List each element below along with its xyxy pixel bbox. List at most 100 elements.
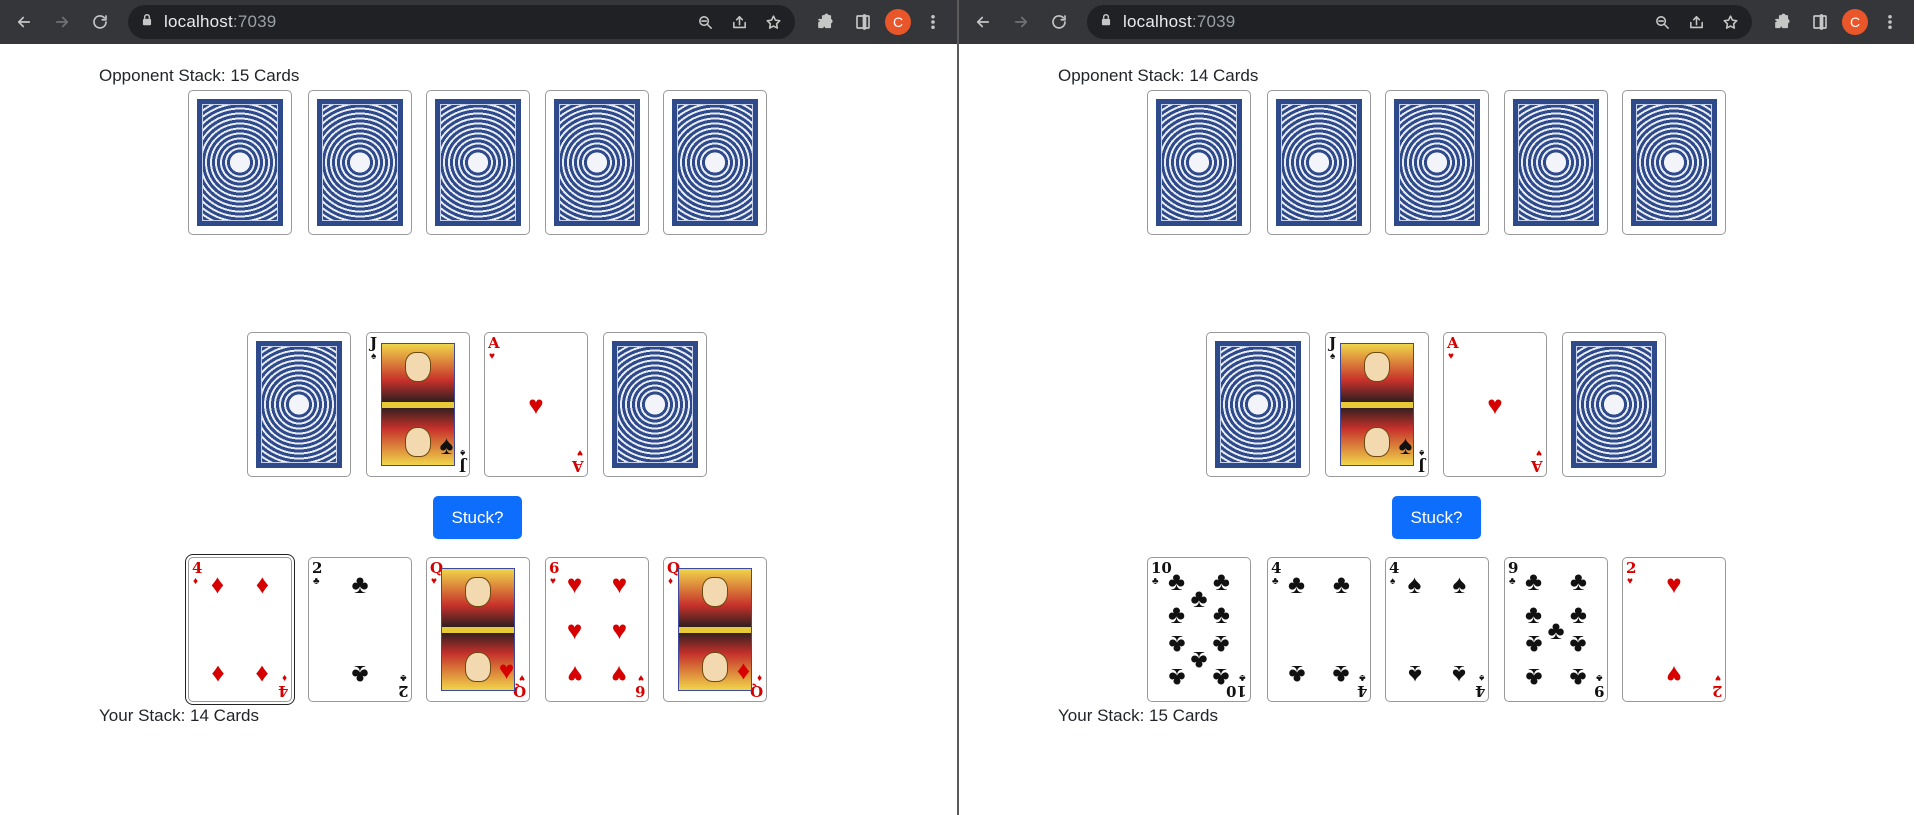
zoom-out-icon[interactable] bbox=[695, 6, 715, 38]
table-pile-card-back[interactable] bbox=[603, 332, 707, 477]
opponent-card-back[interactable] bbox=[1622, 90, 1726, 235]
lock-icon bbox=[1099, 13, 1113, 32]
card-back-design bbox=[612, 341, 698, 468]
opponent-card-back[interactable] bbox=[188, 90, 292, 235]
reload-icon[interactable] bbox=[1043, 6, 1075, 38]
court-figure-head bbox=[1364, 427, 1390, 457]
suit-pip-icon: ♣ bbox=[1212, 598, 1230, 629]
side-panel-icon[interactable] bbox=[1804, 6, 1836, 38]
player-hand-card[interactable]: 2 2 ♥ ♥ ♥ ♥ bbox=[1622, 557, 1726, 702]
card-rank: 2 bbox=[397, 682, 408, 700]
opponent-card-back[interactable] bbox=[663, 90, 767, 235]
suit-icon: ♥ bbox=[1715, 672, 1721, 683]
url-host: localhost bbox=[164, 12, 233, 31]
suit-pip-icon: ♦ bbox=[255, 568, 270, 599]
player-hand-card[interactable]: Q Q ♥ ♥ ♥ bbox=[426, 557, 530, 702]
table-pile-card[interactable]: J J ♠ ♠ ♠ bbox=[1325, 332, 1429, 477]
opponent-card-back[interactable] bbox=[1504, 90, 1608, 235]
card-rank: J bbox=[1417, 457, 1425, 475]
court-figure-head bbox=[465, 577, 491, 607]
suit-icon: ♦ bbox=[668, 576, 674, 587]
opponent-card-back[interactable] bbox=[308, 90, 412, 235]
back-arrow-icon[interactable] bbox=[967, 6, 999, 38]
reload-icon[interactable] bbox=[84, 6, 116, 38]
court-figure-head bbox=[465, 652, 491, 682]
card-back-pattern bbox=[1281, 104, 1357, 221]
bookmark-star-icon[interactable] bbox=[763, 6, 783, 38]
suit-pip-icon: ♥ bbox=[1666, 660, 1682, 691]
profile-avatar[interactable]: C bbox=[885, 9, 911, 35]
player-hand-card[interactable]: 4 4 ♠ ♠ ♠ ♠ ♠ ♠ bbox=[1385, 557, 1489, 702]
share-icon[interactable] bbox=[729, 6, 749, 38]
profile-avatar[interactable]: C bbox=[1842, 9, 1868, 35]
card-back-pattern bbox=[1220, 346, 1296, 463]
opponent-stack-label: Opponent Stack: 15 Cards bbox=[99, 66, 300, 85]
suit-icon: ♠ bbox=[1418, 447, 1424, 458]
player-hand-card[interactable]: 4 4 ♣ ♣ ♣ ♣ ♣ ♣ bbox=[1267, 557, 1371, 702]
court-figure-head bbox=[1364, 352, 1390, 382]
suit-icon: ♠ bbox=[371, 351, 377, 362]
card-rank: A bbox=[1447, 334, 1459, 352]
player-hand-card[interactable]: 6 6 ♥ ♥ ♥ ♥ ♥ ♥ ♥ ♥ bbox=[545, 557, 649, 702]
url-port: :7039 bbox=[1191, 12, 1236, 31]
player-hand-card[interactable]: 4 4 ♦ ♦ ♦ ♦ ♦ ♦ bbox=[185, 554, 295, 705]
opponent-card-back[interactable] bbox=[426, 90, 530, 235]
suit-pip-icon: ♠ bbox=[1452, 660, 1467, 691]
more-menu-icon[interactable] bbox=[917, 6, 949, 38]
suit-pip-icon: ♥ bbox=[1487, 389, 1503, 420]
suit-icon: ♠ bbox=[459, 447, 465, 458]
suit-pip-icon: ♥ bbox=[611, 614, 628, 645]
card-back-pattern bbox=[322, 104, 398, 221]
bookmark-star-icon[interactable] bbox=[1720, 6, 1740, 38]
card-rank: 6 bbox=[634, 682, 645, 700]
forward-arrow-icon[interactable] bbox=[1005, 6, 1037, 38]
player-hand-card[interactable]: 10 10 ♣ ♣ ♣ ♣ ♣ ♣ ♣ ♣ ♣ ♣ ♣ ♣ bbox=[1147, 557, 1251, 702]
card-back-design bbox=[317, 99, 403, 226]
suit-pip-icon: ♣ bbox=[1525, 663, 1543, 694]
forward-arrow-icon[interactable] bbox=[46, 6, 78, 38]
table-pile-card[interactable]: A A ♥ ♥ ♥ bbox=[484, 332, 588, 477]
player-hand-card[interactable]: Q Q ♦ ♦ ♦ bbox=[663, 557, 767, 702]
player-hand-card[interactable]: 9 9 ♣ ♣ ♣ ♣ ♣ ♣ ♣ ♣ ♣ ♣ ♣ bbox=[1504, 557, 1608, 702]
side-panel-icon[interactable] bbox=[847, 6, 879, 38]
suit-icon: ♥ bbox=[550, 576, 556, 587]
card-rank: 9 bbox=[1593, 682, 1604, 700]
address-bar[interactable]: localhost:7039 bbox=[128, 5, 795, 39]
browser-toolbar: localhost:7039 C bbox=[0, 0, 957, 44]
game-area: Opponent Stack: 14 Cards J J ♠ ♠ ♠ A A ♥ ♥ ♥ Stuck?… bbox=[959, 44, 1914, 815]
back-arrow-icon[interactable] bbox=[8, 6, 40, 38]
table-pile-card-back[interactable] bbox=[1206, 332, 1310, 477]
suit-pip-icon: ♥ bbox=[566, 568, 583, 599]
player-hand-card[interactable]: 2 2 ♣ ♣ ♣ ♣ bbox=[308, 557, 412, 702]
card-back-pattern bbox=[1636, 104, 1712, 221]
share-icon[interactable] bbox=[1686, 6, 1706, 38]
suit-pip-icon: ♣ bbox=[1168, 598, 1186, 629]
extensions-puzzle-icon[interactable] bbox=[1766, 6, 1798, 38]
opponent-card-back[interactable] bbox=[545, 90, 649, 235]
card-back-design bbox=[1156, 99, 1242, 226]
table-pile-card-back[interactable] bbox=[1562, 332, 1666, 477]
more-menu-icon[interactable] bbox=[1874, 6, 1906, 38]
opponent-card-back[interactable] bbox=[1147, 90, 1251, 235]
table-pile-card[interactable]: A A ♥ ♥ ♥ bbox=[1443, 332, 1547, 477]
card-rank: 9 bbox=[1508, 559, 1519, 577]
zoom-out-icon[interactable] bbox=[1652, 6, 1672, 38]
opponent-card-back[interactable] bbox=[1267, 90, 1371, 235]
suit-pip-icon: ♣ bbox=[351, 660, 369, 691]
extensions-puzzle-icon[interactable] bbox=[809, 6, 841, 38]
suit-pip-icon: ♠ bbox=[1452, 568, 1467, 599]
suit-pip-icon: ♣ bbox=[1332, 568, 1350, 599]
suit-pip-icon: ♥ bbox=[566, 614, 583, 645]
stuck-button[interactable]: Stuck? bbox=[1392, 496, 1481, 539]
opponent-card-back[interactable] bbox=[1385, 90, 1489, 235]
stuck-button[interactable]: Stuck? bbox=[433, 496, 522, 539]
suit-pip-icon: ♦ bbox=[255, 660, 270, 691]
suit-pip-icon: ♦ bbox=[210, 568, 225, 599]
suit-icon: ♦ bbox=[193, 576, 199, 587]
url-host: localhost bbox=[1123, 12, 1192, 31]
card-back-pattern bbox=[202, 104, 278, 221]
your-stack-label: Your Stack: 14 Cards bbox=[99, 706, 260, 725]
address-bar[interactable]: localhost:7039 bbox=[1087, 5, 1752, 39]
table-pile-card[interactable]: J J ♠ ♠ ♠ bbox=[366, 332, 470, 477]
table-pile-card-back[interactable] bbox=[247, 332, 351, 477]
